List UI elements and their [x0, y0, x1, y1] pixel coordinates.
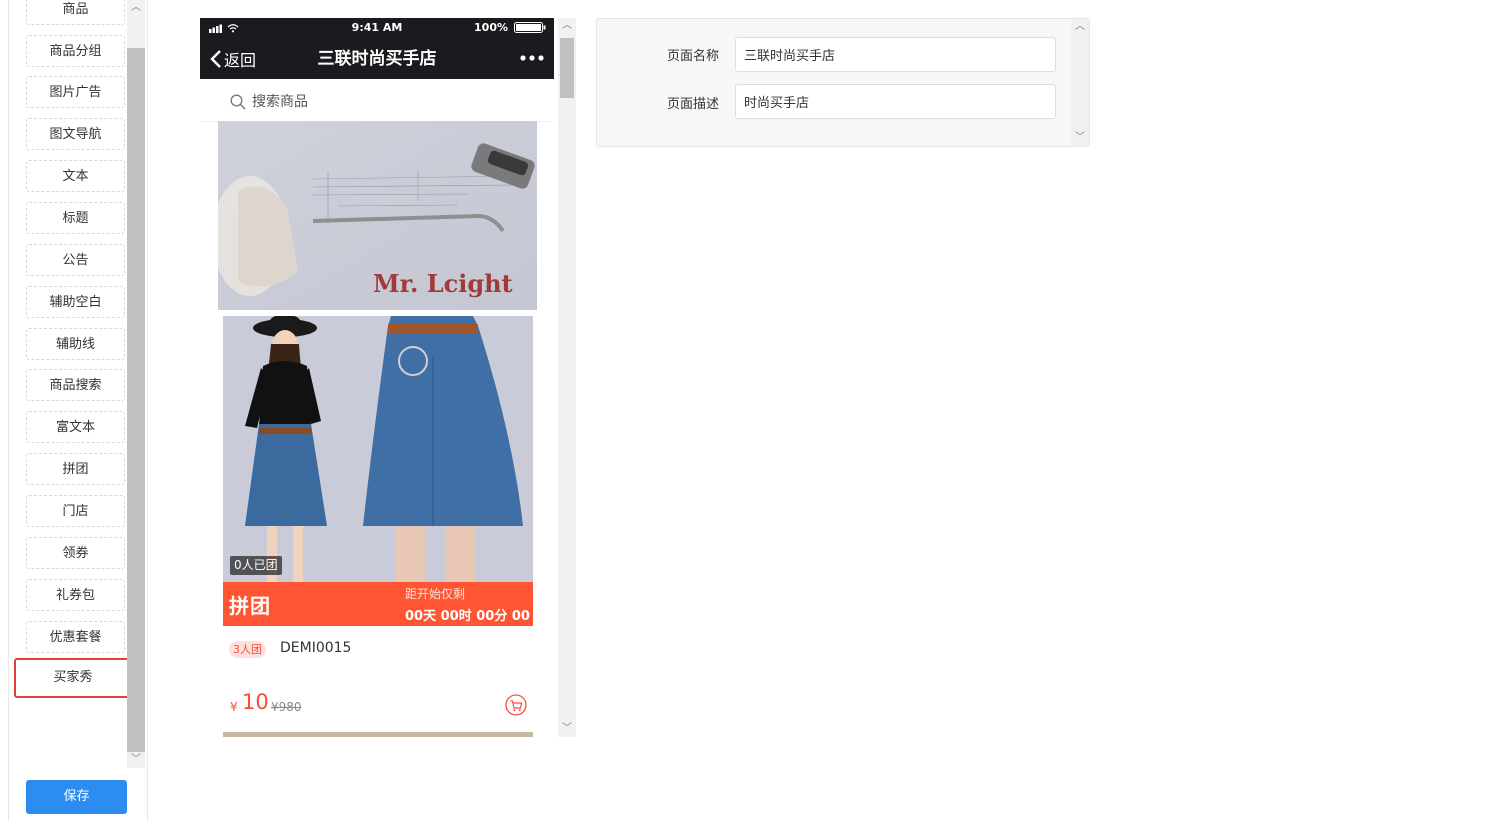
scroll-down-icon[interactable]: ﹀ [1071, 130, 1089, 146]
search-icon [230, 94, 246, 110]
battery-percent: 100% [474, 21, 508, 34]
component-product-search[interactable]: 商品搜索 [26, 369, 125, 401]
component-buyer-show[interactable]: 买家秀 [14, 658, 132, 698]
component-store[interactable]: 门店 [26, 495, 125, 527]
component-image-nav[interactable]: 图文导航 [26, 118, 125, 150]
properties-scrollbar[interactable]: ︿ ﹀ [1071, 19, 1089, 146]
product-price: 10 [242, 690, 269, 714]
sidebar-scroll-thumb[interactable] [127, 48, 145, 752]
component-title[interactable]: 标题 [26, 202, 125, 234]
page-desc-input[interactable] [735, 84, 1056, 119]
battery-icon [514, 22, 546, 33]
next-product-edge [223, 732, 533, 737]
countdown-label: 距开始仅剩 [405, 587, 466, 601]
banner-glasses-graphic: Mr. Lcight [218, 121, 537, 310]
page-name-label: 页面名称 [667, 49, 720, 64]
cart-icon[interactable] [505, 694, 527, 716]
page-name-input[interactable] [735, 37, 1056, 72]
preview-scrollbar[interactable]: ︿ ﹀ [558, 18, 576, 737]
store-title: 三联时尚买手店 [317, 49, 437, 69]
banner-logo-text: Mr. Lcight [373, 269, 513, 298]
product-card-info[interactable]: 3人团 DEMI0015 ¥ 10 ¥980 [223, 626, 533, 736]
scroll-up-icon[interactable]: ︿ [1071, 19, 1089, 35]
component-rich-text[interactable]: 富文本 [26, 411, 125, 443]
component-group-buy[interactable]: 拼团 [26, 453, 125, 485]
phone-preview: 9:41 AM 100% 返回 三联时尚买手店 搜索商品 Mr. Lcight … [200, 18, 554, 737]
scroll-up-icon[interactable]: ︿ [127, 0, 145, 16]
group-buy-strip: 拼团 距开始仅剩 00天 00时 00分 00秒 [223, 582, 533, 643]
component-product[interactable]: 商品 [26, 0, 125, 25]
group-buy-label: 拼团 [229, 594, 271, 618]
phone-nav-bar: 返回 三联时尚买手店 [200, 40, 554, 79]
preview-scroll-thumb[interactable] [560, 38, 574, 98]
component-product-group[interactable]: 商品分组 [26, 35, 125, 67]
component-gift-pack[interactable]: 礼券包 [26, 579, 125, 611]
banner-image[interactable]: Mr. Lcight [218, 121, 537, 310]
joined-count-badge: 0人已团 [230, 556, 282, 575]
product-photo-graphic [223, 316, 533, 582]
price-currency: ¥ [230, 700, 238, 714]
phone-header: 9:41 AM 100% 返回 三联时尚买手店 [200, 18, 554, 79]
search-bar[interactable]: 搜索商品 [200, 79, 554, 122]
group-size-tag: 3人团 [229, 641, 266, 658]
component-blank[interactable]: 辅助空白 [26, 286, 125, 318]
component-text[interactable]: 文本 [26, 160, 125, 192]
component-notice[interactable]: 公告 [26, 244, 125, 276]
original-price: ¥980 [271, 700, 302, 714]
component-list: 商品 商品分组 图片广告 图文导航 文本 标题 公告 辅助空白 辅助线 商品搜索… [9, 0, 136, 768]
scroll-down-icon[interactable]: ﹀ [558, 721, 576, 737]
sidebar-scrollbar[interactable]: ︿ ﹀ [127, 0, 145, 768]
component-panel: 商品 商品分组 图片广告 图文导航 文本 标题 公告 辅助空白 辅助线 商品搜索… [8, 0, 148, 821]
save-button[interactable]: 保存 [26, 780, 127, 814]
status-bar: 9:41 AM 100% [200, 18, 554, 38]
component-image-ad[interactable]: 图片广告 [26, 76, 125, 108]
page-properties-panel: 页面名称 页面描述 ︿ ﹀ [596, 18, 1090, 147]
component-bundle[interactable]: 优惠套餐 [26, 621, 125, 653]
component-coupon[interactable]: 领券 [26, 537, 125, 569]
more-icon[interactable] [520, 48, 544, 68]
page-desc-label: 页面描述 [667, 97, 720, 112]
search-placeholder: 搜索商品 [252, 94, 308, 110]
component-divider[interactable]: 辅助线 [26, 328, 125, 360]
scroll-down-icon[interactable]: ﹀ [127, 752, 145, 768]
product-image[interactable] [223, 316, 533, 582]
product-name: DEMI0015 [280, 640, 352, 656]
scroll-up-icon[interactable]: ︿ [558, 18, 576, 34]
